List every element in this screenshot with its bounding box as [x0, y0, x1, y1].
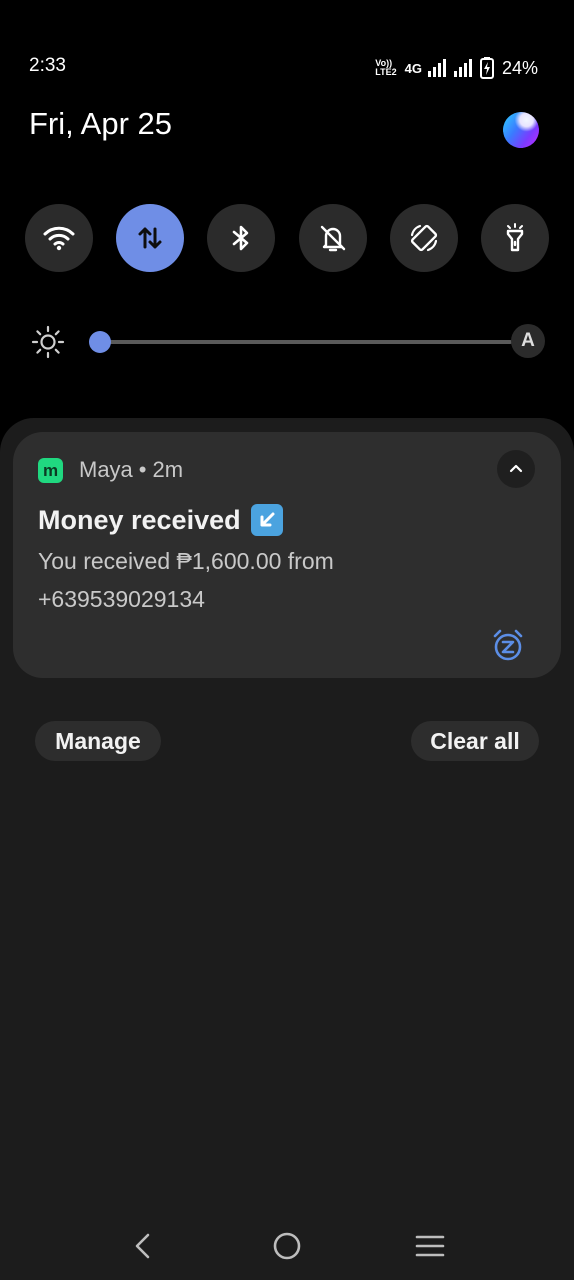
signal-2-icon	[453, 59, 472, 77]
bluetooth-toggle[interactable]	[207, 204, 276, 272]
notification-header: Maya • 2m	[79, 457, 183, 483]
notification-separator: •	[138, 457, 147, 482]
snooze-alarm-icon[interactable]	[490, 627, 526, 663]
brightness-control: A	[30, 324, 546, 360]
quick-settings-row	[25, 204, 549, 272]
mute-bell-icon	[320, 225, 345, 252]
status-time: 2:33	[29, 55, 66, 76]
sound-mute-toggle[interactable]	[298, 204, 367, 272]
flashlight-toggle[interactable]	[480, 204, 549, 272]
mobile-data-icon	[138, 227, 162, 249]
volte-bottom: LTE2	[375, 67, 397, 77]
status-icons: Vo)) LTE2 4G 24%	[375, 56, 538, 80]
recents-icon[interactable]	[414, 1230, 446, 1262]
notification-title-text: Money received	[38, 504, 241, 535]
notification-app-name: Maya	[79, 457, 133, 482]
mobile-data-toggle[interactable]	[116, 204, 185, 272]
brightness-sun-icon	[31, 325, 65, 359]
brightness-slider-knob[interactable]	[89, 331, 112, 353]
battery-percent: 24%	[501, 57, 538, 78]
brightness-slider-track[interactable]	[92, 340, 512, 344]
clear-all-button[interactable]: Clear all	[411, 721, 539, 761]
chevron-up-icon	[509, 464, 523, 473]
notification-card[interactable]: m Maya • 2m Money received You received …	[13, 432, 561, 678]
auto-rotate-toggle[interactable]	[389, 204, 458, 272]
date-label: Fri, Apr 25	[29, 106, 172, 141]
auto-brightness-button[interactable]: A	[511, 324, 545, 358]
wifi-toggle[interactable]	[25, 204, 93, 272]
navigation-bar	[0, 1218, 574, 1274]
back-icon[interactable]	[128, 1230, 160, 1262]
battery-charging-icon	[479, 57, 494, 79]
maya-app-icon: m	[38, 458, 63, 483]
volte-indicator: Vo)) LTE2	[375, 59, 396, 77]
auto-rotate-icon	[410, 224, 437, 252]
down-left-arrow-icon	[250, 504, 283, 536]
network-type: 4G	[404, 60, 422, 76]
manage-button[interactable]: Manage	[35, 721, 161, 761]
home-icon[interactable]	[271, 1230, 303, 1262]
bluetooth-icon	[233, 225, 249, 251]
collapse-button[interactable]	[497, 450, 535, 488]
notification-time: 2m	[152, 457, 184, 482]
wifi-icon	[43, 226, 75, 251]
notification-body: You received ₱1,600.00 from +63953902913…	[38, 548, 334, 612]
notification-title: Money received	[38, 504, 283, 536]
signal-icon	[427, 59, 446, 77]
flashlight-icon	[506, 223, 524, 252]
